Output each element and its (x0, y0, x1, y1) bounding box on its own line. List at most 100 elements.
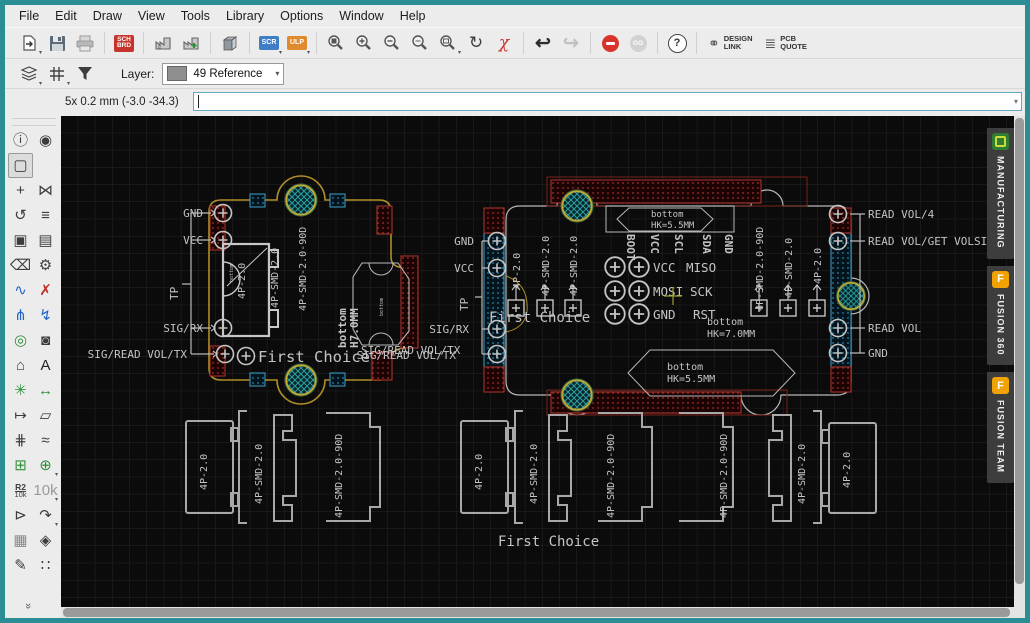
menu-item-help[interactable]: Help (392, 7, 434, 25)
new-device-button[interactable] (178, 31, 204, 55)
ic-package-icon[interactable]: ▦ (8, 528, 33, 553)
tab-label: MANUFACTURING (995, 156, 1006, 249)
pad-icon[interactable]: ◙ (33, 328, 58, 353)
save-button[interactable] (44, 31, 70, 55)
redo-button[interactable]: ↪ (558, 31, 584, 55)
polygon-edge-icon[interactable]: ▱ (33, 403, 58, 428)
svg-text:SDA: SDA (700, 234, 713, 254)
menu-item-edit[interactable]: Edit (47, 7, 85, 25)
paint-icon[interactable]: ✎ (8, 553, 33, 578)
command-input[interactable]: ▾ (193, 92, 1022, 111)
meander-icon[interactable]: ≈ (33, 428, 58, 453)
label-tag-icon[interactable]: ◈ (33, 528, 58, 553)
help-button[interactable]: ? (664, 31, 690, 55)
device-button[interactable] (150, 31, 176, 55)
info-icon[interactable]: ⓘ (8, 128, 33, 153)
group-select-icon[interactable]: ▢ (8, 153, 33, 178)
redraw-button[interactable]: ↻ (463, 31, 489, 55)
main-area: ⓘ ◉ ▢ + ⋈ ↺ ≡ ▣ ▤ ⌫ ⚙ ∿ ✗ ⋔ ↯ ◎ ◙ ⌂ A ✳ ↔ ↦ ▱ ⋕ ≈ ⊞ ⊕ ▾ R2 10k 10k ▾ ⊳ ↷ ▾… (5, 116, 1025, 618)
command-row: 5x 0.2 mm (-3.0 -34.3) ▾ (5, 89, 1025, 114)
go-button[interactable]: GO (625, 31, 651, 55)
zoom-in-icon (356, 35, 371, 50)
smash-icon[interactable]: 10k ▾ (33, 478, 58, 503)
dimension-icon[interactable]: ↔ (33, 378, 58, 403)
horizontal-scrollbar[interactable] (61, 607, 1014, 618)
svg-text:4P-2.0: 4P-2.0 (842, 452, 853, 488)
svg-text:4P-2.0: 4P-2.0 (512, 253, 523, 289)
tab-fusion-team[interactable]: F FUSION TEAM (987, 372, 1014, 484)
vertical-scrollbar-thumb[interactable] (1015, 118, 1024, 585)
route-icon[interactable]: ∿ (8, 278, 33, 303)
split-icon[interactable]: ⋔ (8, 303, 33, 328)
design-link-button[interactable]: ⚭ DESIGN LINK (708, 35, 753, 52)
pads-ring-icon[interactable]: ∷ (33, 553, 58, 578)
horizontal-scrollbar-thumb[interactable] (63, 608, 1010, 617)
print-button[interactable] (72, 31, 98, 55)
menu-item-window[interactable]: Window (331, 7, 391, 25)
run-ulp-button[interactable]: ULP ▾ (284, 31, 310, 56)
grid-settings-button[interactable]: ▾ (44, 62, 70, 87)
menu-item-file[interactable]: File (11, 7, 47, 25)
add-symbol-icon[interactable]: ⊳ (8, 503, 33, 528)
toolbar-separator (249, 32, 250, 54)
ripup-icon[interactable]: ✗ (33, 278, 58, 303)
open-button[interactable]: ▾ (16, 31, 42, 56)
schematic-board-switch-button[interactable]: SCH BRD (111, 31, 137, 55)
zoom-previous-button[interactable]: ▾ (435, 31, 461, 56)
vertical-scrollbar[interactable] (1014, 116, 1025, 607)
move-icon[interactable]: + (8, 178, 33, 203)
undo-button[interactable]: ↩ (530, 31, 556, 55)
layer-select[interactable]: 49 Reference ▾ (162, 62, 285, 85)
zoom-fit-button[interactable] (323, 31, 349, 55)
design-link-icon: ⚭ (708, 34, 720, 51)
group-copy-icon[interactable]: ↷ ▾ (33, 503, 58, 528)
menu-item-library[interactable]: Library (218, 7, 272, 25)
value-icon[interactable]: R2 10k (8, 478, 33, 503)
board-canvas[interactable]: 4P-2.0 4P-SMD-2.0 4P-SMD-2.0-90D bottom … (61, 116, 1014, 607)
zoom-in-button[interactable] (351, 31, 377, 55)
right-tab-strip: MANUFACTURING F FUSION 360 F FUSION TEAM (987, 128, 1014, 484)
help-icon: ? (667, 33, 687, 53)
add-part-icon[interactable]: ⊞ (8, 453, 33, 478)
svg-text:VCC: VCC (183, 234, 203, 247)
pcb-quote-button[interactable]: ≣ PCB QUOTE (765, 35, 807, 52)
filter-button[interactable] (72, 62, 98, 86)
palette-grip[interactable] (12, 118, 56, 126)
text-icon[interactable]: A (33, 353, 58, 378)
library-button[interactable] (217, 31, 243, 55)
optimize-icon[interactable]: ⋕ (8, 428, 33, 453)
palette-collapse-button[interactable]: » (22, 603, 34, 609)
chi-button[interactable]: χ (491, 31, 517, 55)
paste-icon[interactable]: ▤ (33, 228, 58, 253)
align-icon[interactable]: ≡ (33, 203, 58, 228)
pin-array-icon[interactable]: ↦ (8, 403, 33, 428)
zoom-previous-icon (440, 35, 455, 50)
delete-icon[interactable]: ⌫ (8, 253, 33, 278)
tab-fusion-360[interactable]: F FUSION 360 (987, 265, 1014, 366)
wrench-icon[interactable]: ⚙ (33, 253, 58, 278)
layer-settings-button[interactable]: ▾ (16, 62, 42, 87)
copy-icon[interactable]: ▣ (8, 228, 33, 253)
ratsnest-icon[interactable]: ✳ (8, 378, 33, 403)
mirror-icon[interactable]: ⋈ (33, 178, 58, 203)
svg-text:SIG/RX: SIG/RX (163, 322, 203, 335)
zoom-select-button[interactable] (407, 31, 433, 55)
stop-button[interactable] (597, 31, 623, 55)
via-icon[interactable]: ◎ (8, 328, 33, 353)
coordinate-display: 5x 0.2 mm (-3.0 -34.3) (65, 95, 179, 108)
svg-text:VCC: VCC (653, 260, 676, 275)
tab-manufacturing[interactable]: MANUFACTURING (987, 128, 1014, 259)
zoom-out-button[interactable] (379, 31, 405, 55)
svg-text:SIG/READ VOL/TX: SIG/READ VOL/TX (357, 349, 457, 362)
sch-brd-icon: SCH BRD (113, 34, 135, 52)
menu-item-tools[interactable]: Tools (173, 7, 218, 25)
menu-item-draw[interactable]: Draw (85, 7, 130, 25)
rotate-icon[interactable]: ↺ (8, 203, 33, 228)
menu-item-options[interactable]: Options (272, 7, 331, 25)
add-gate-icon[interactable]: ⊕ ▾ (33, 453, 58, 478)
miter-icon[interactable]: ↯ (33, 303, 58, 328)
run-script-button[interactable]: SCR ▾ (256, 31, 282, 56)
menu-item-view[interactable]: View (130, 7, 173, 25)
show-icon[interactable]: ◉ (33, 128, 58, 153)
polygon-icon[interactable]: ⌂ (8, 353, 33, 378)
